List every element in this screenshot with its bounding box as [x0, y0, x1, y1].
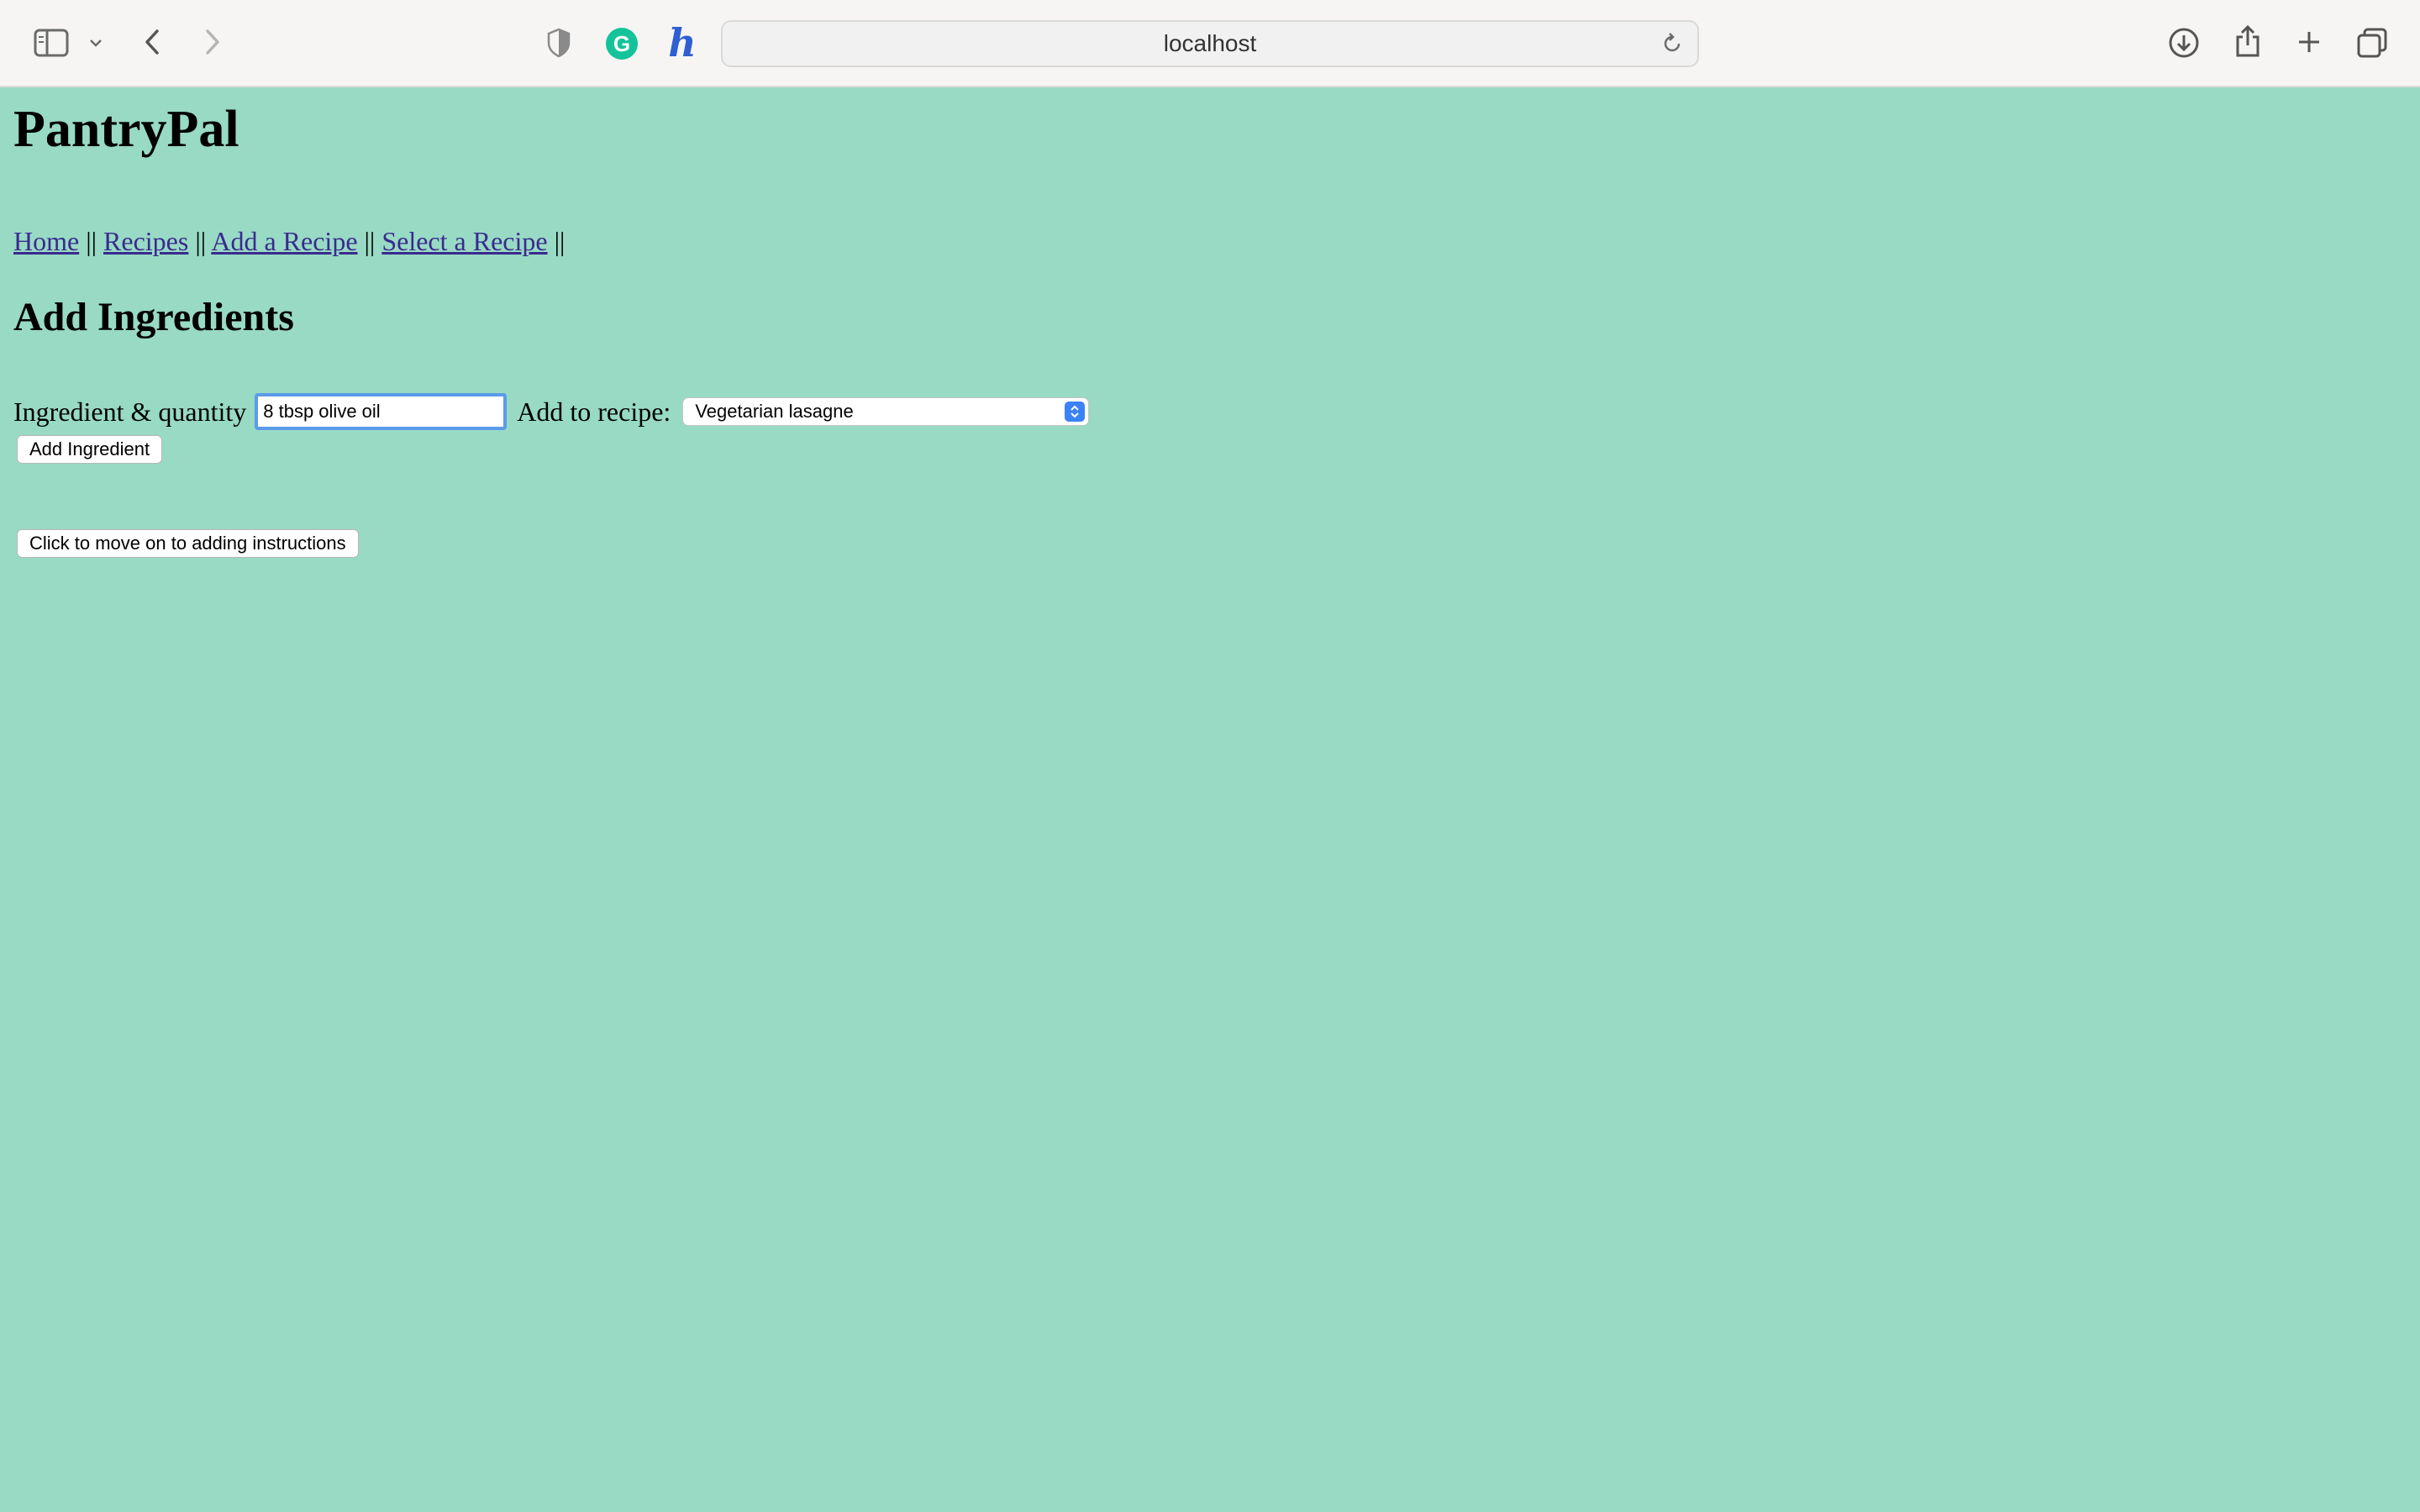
nav-link-recipes[interactable]: Recipes: [103, 226, 188, 256]
grammarly-icon[interactable]: G: [605, 27, 639, 60]
recipe-select[interactable]: Vegetarian lasagne: [682, 397, 1090, 427]
shield-icon[interactable]: [543, 25, 575, 60]
nav-link-add-recipe[interactable]: Add a Recipe: [211, 226, 357, 256]
download-icon[interactable]: [2166, 25, 2202, 60]
site-title: PantryPal: [13, 101, 239, 158]
nav-separator: ||: [554, 226, 566, 257]
plus-icon[interactable]: [2292, 25, 2326, 59]
honey-letter: h: [668, 20, 697, 66]
ingredient-label: Ingredient & quantity: [13, 396, 247, 427]
nav-link-select-recipe[interactable]: Select a Recipe: [381, 226, 547, 256]
select-arrows-icon: [1065, 402, 1086, 423]
honey-icon[interactable]: h: [664, 22, 701, 64]
page-content: PantryPal Home || Recipes || Add a Recip…: [13, 89, 2400, 559]
browser-toolbar: G h localhost: [0, 0, 2420, 87]
nav-separator: ||: [86, 226, 97, 257]
nav-separator: ||: [195, 226, 207, 257]
recipe-label: Add to recipe:: [517, 396, 671, 427]
chevron-down-icon[interactable]: [84, 29, 108, 57]
nav-separator: ||: [364, 226, 376, 257]
address-bar[interactable]: localhost: [721, 20, 1699, 67]
chevron-left-icon[interactable]: [138, 24, 166, 60]
reload-icon[interactable]: [1660, 32, 1684, 60]
main-nav: Home || Recipes || Add a Recipe || Selec…: [13, 225, 2400, 257]
nav-link-home[interactable]: Home: [13, 226, 79, 256]
section-title: Add Ingredients: [13, 294, 294, 339]
next-instructions-button[interactable]: Click to move on to adding instructions: [17, 529, 359, 559]
grammarly-letter: G: [606, 28, 638, 60]
recipe-select-value: Vegetarian lasagne: [695, 401, 854, 423]
ingredient-form: Ingredient & quantity Add to recipe: Veg…: [13, 393, 2400, 431]
add-ingredient-button[interactable]: Add Ingredient: [17, 435, 163, 465]
ingredient-input[interactable]: [255, 393, 508, 431]
tab-overview-icon[interactable]: [2354, 25, 2390, 60]
chevron-right-icon[interactable]: [198, 24, 227, 60]
sidebar-icon[interactable]: [32, 25, 71, 60]
address-text: localhost: [1163, 30, 1257, 56]
share-icon[interactable]: [2230, 22, 2265, 60]
